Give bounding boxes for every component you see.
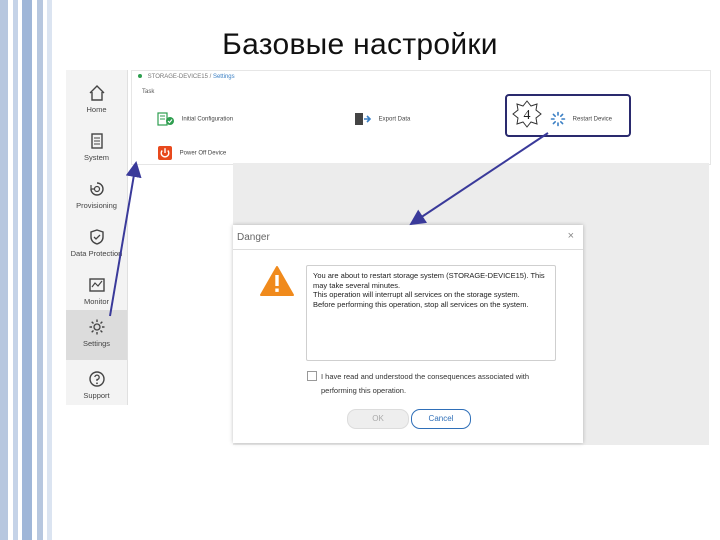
annotation-overlay: 4 bbox=[109, 100, 549, 317]
arrow-to-settings bbox=[109, 161, 142, 317]
arrow-to-dialog bbox=[409, 132, 549, 226]
step-number: 4 bbox=[524, 108, 531, 123]
star-badge: 4 bbox=[512, 100, 542, 128]
